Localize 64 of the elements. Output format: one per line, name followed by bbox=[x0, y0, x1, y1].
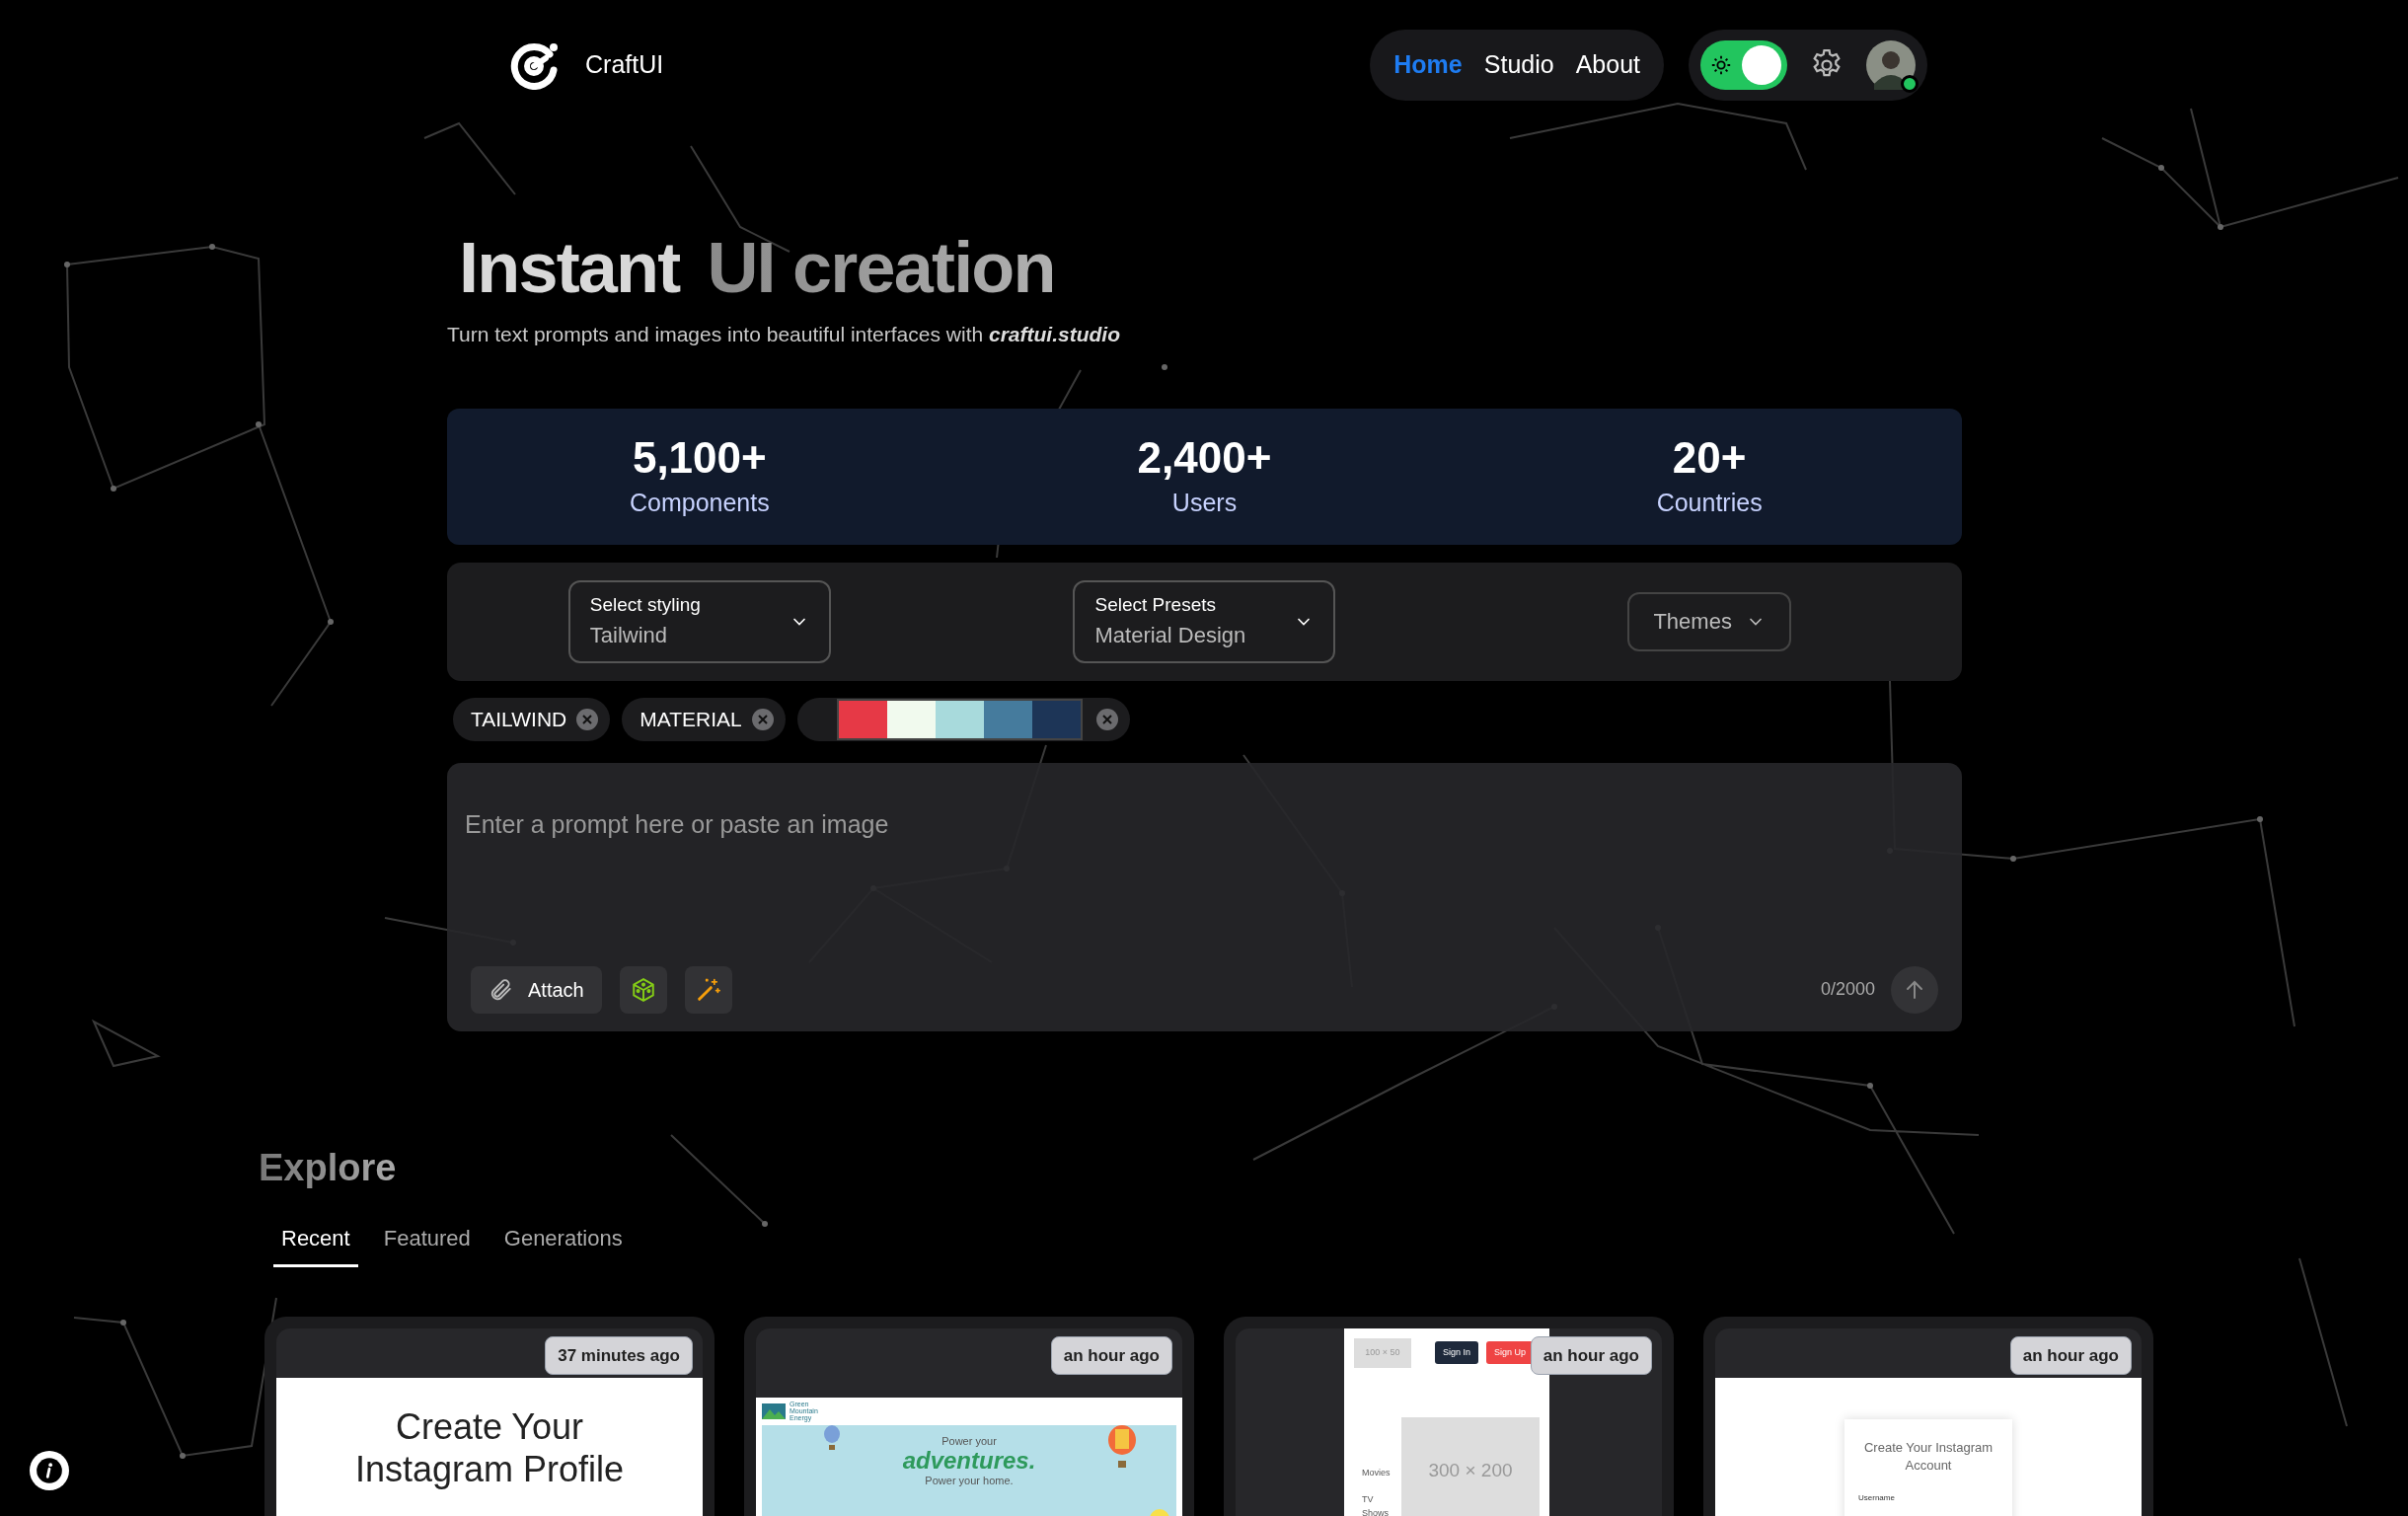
dice-button[interactable] bbox=[619, 965, 667, 1014]
nav-link[interactable]: About bbox=[1575, 46, 1640, 84]
remove-button[interactable] bbox=[1095, 708, 1118, 730]
explore-tab[interactable]: Generations bbox=[495, 1221, 631, 1267]
info-icon bbox=[36, 1457, 63, 1484]
stat-value: 5,100+ bbox=[632, 432, 767, 485]
explore-tab[interactable]: Featured bbox=[375, 1221, 479, 1267]
craftui-link[interactable]: craftui.studio bbox=[989, 323, 1120, 345]
dropdown-value: Material Design bbox=[1094, 622, 1246, 650]
placeholder-label: 100 × 50 bbox=[1365, 1345, 1400, 1359]
explore-tab[interactable]: Recent bbox=[273, 1221, 358, 1267]
brand-name: CraftUI bbox=[585, 49, 664, 81]
timestamp-badge: an hour ago bbox=[1050, 1335, 1172, 1375]
avatar[interactable] bbox=[1866, 40, 1916, 90]
banner-headline: adventures. bbox=[902, 1449, 1036, 1473]
close-icon bbox=[581, 713, 594, 725]
balloon-icon bbox=[1107, 1424, 1137, 1469]
sign-in-button[interactable]: Sign In bbox=[1435, 1340, 1479, 1365]
dropdown-label: Select Presets bbox=[1094, 592, 1217, 617]
paperclip-icon bbox=[489, 976, 514, 1003]
attach-button[interactable]: Attach bbox=[471, 965, 602, 1014]
menu-item[interactable]: Movies bbox=[1362, 1466, 1392, 1479]
field-label: Username bbox=[1858, 1491, 1895, 1504]
select-dropdown[interactable]: Select styling Tailwind bbox=[567, 579, 831, 663]
hero-subtitle: Turn text prompts and images into beautiful interfaces with craftui.studio bbox=[447, 322, 1121, 347]
tag-label: TAILWIND bbox=[471, 706, 567, 732]
menu-item[interactable]: TV Shows bbox=[1362, 1493, 1392, 1516]
dropdown-label: Select styling bbox=[589, 592, 701, 617]
preview-heading: Create Your Instagram Profile bbox=[353, 1404, 626, 1491]
form-title: Create Your Instagram Account bbox=[1862, 1438, 1994, 1475]
magic-wand-button[interactable] bbox=[684, 965, 732, 1014]
nav-link[interactable]: Home bbox=[1393, 46, 1463, 84]
placeholder-label: 300 × 200 bbox=[1428, 1459, 1513, 1483]
balloon-icon bbox=[823, 1424, 841, 1451]
stat-value: 2,400+ bbox=[1137, 432, 1272, 485]
stat-label: Countries bbox=[1656, 488, 1763, 519]
tag-label: MATERIAL bbox=[640, 706, 742, 732]
nav-link[interactable]: Studio bbox=[1483, 46, 1554, 84]
close-icon bbox=[756, 713, 769, 725]
banner-text: Power your bbox=[941, 1433, 997, 1449]
hero-title: Instant bbox=[459, 232, 680, 303]
stat-value: 20+ bbox=[1672, 432, 1747, 485]
sun-icon bbox=[1710, 54, 1732, 76]
stat-label: Components bbox=[629, 488, 770, 519]
info-button[interactable] bbox=[30, 1451, 69, 1490]
remove-button[interactable] bbox=[751, 708, 774, 730]
stat-label: Users bbox=[1171, 488, 1238, 519]
timestamp-badge: an hour ago bbox=[2009, 1335, 2132, 1375]
banner-text: Power your home. bbox=[925, 1474, 1014, 1488]
timestamp-badge: an hour ago bbox=[1530, 1335, 1652, 1375]
mountain-logo-icon bbox=[762, 1402, 786, 1419]
close-icon bbox=[1100, 713, 1113, 725]
dice-icon bbox=[630, 976, 656, 1003]
theme-toggle[interactable] bbox=[1700, 40, 1787, 90]
logo-icon bbox=[510, 40, 560, 90]
send-button[interactable] bbox=[1891, 965, 1938, 1014]
prompt-placeholder: Enter a prompt here or paste an image bbox=[465, 808, 890, 840]
themes-button[interactable]: Themes bbox=[1627, 591, 1791, 651]
dropdown-value: Tailwind bbox=[589, 622, 669, 650]
timestamp-badge: 37 minutes ago bbox=[545, 1335, 693, 1375]
character-counter: 0/2000 bbox=[1820, 978, 1875, 1001]
prompt-box[interactable]: Enter a prompt here or paste an image Attach 0/2000 bbox=[447, 762, 1962, 1031]
remove-button[interactable] bbox=[576, 708, 599, 730]
select-dropdown[interactable]: Select Presets Material Design bbox=[1073, 579, 1336, 663]
